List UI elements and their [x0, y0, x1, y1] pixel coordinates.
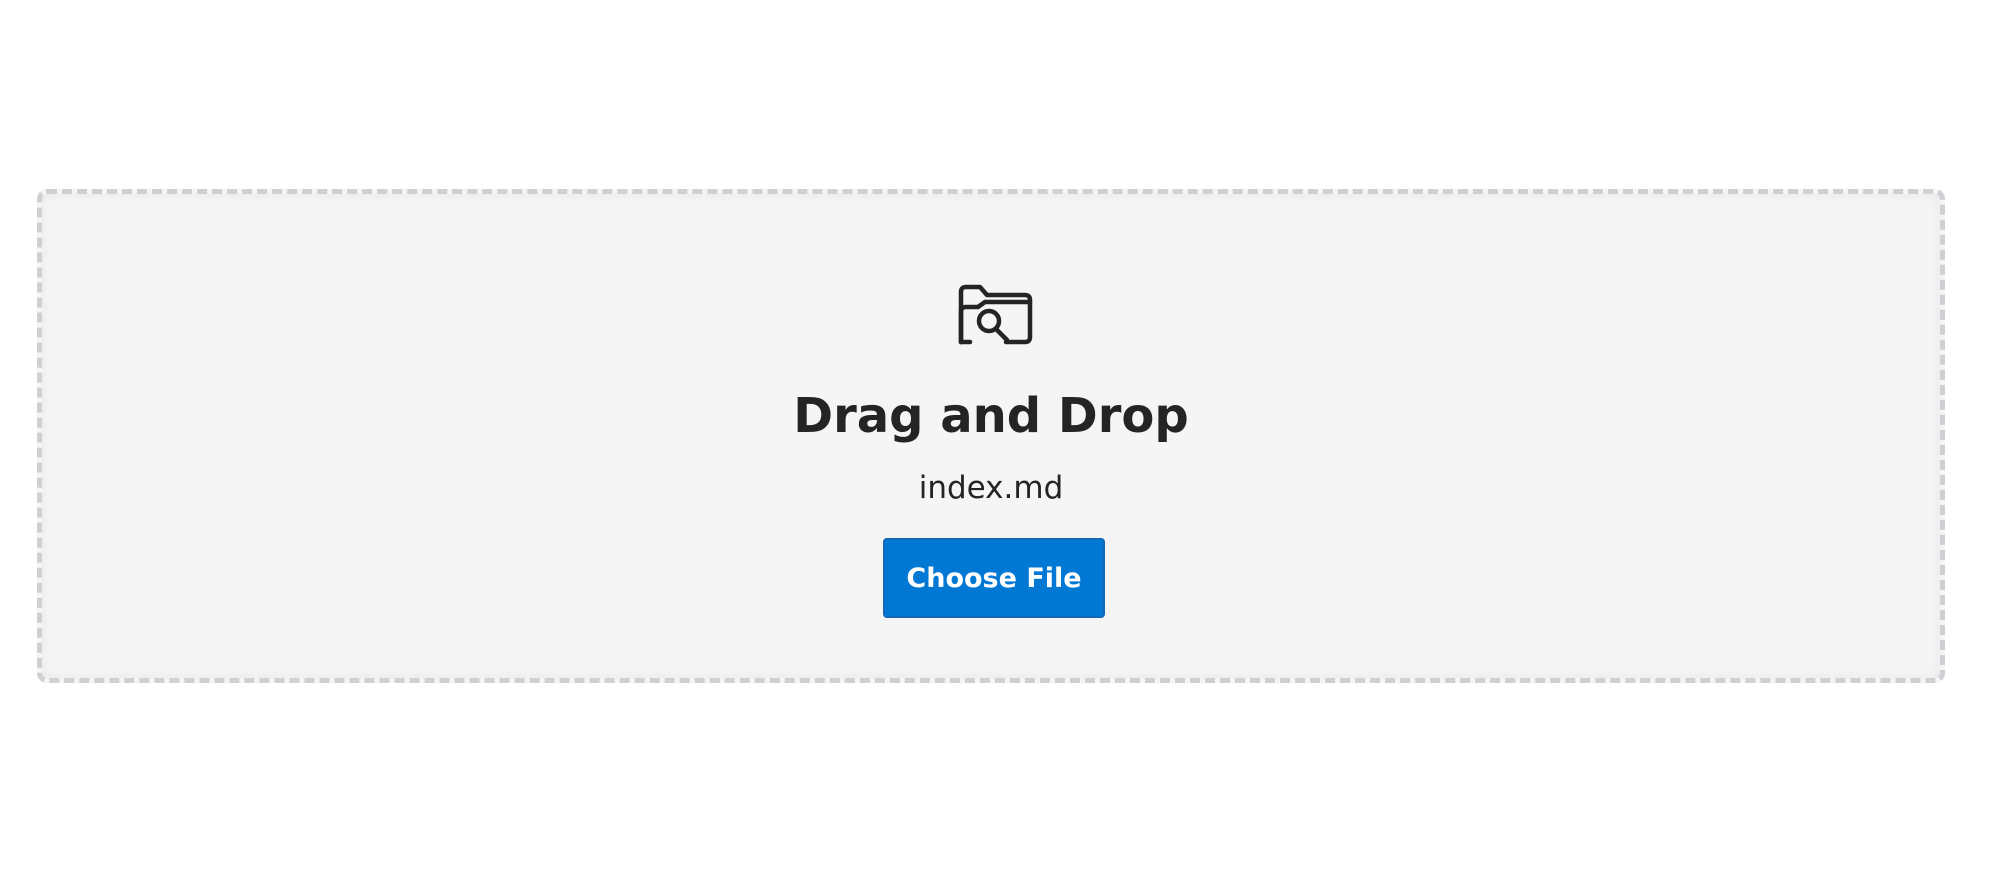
drop-zone[interactable]: Drag and Drop index.md Choose File: [37, 189, 1945, 683]
choose-file-button[interactable]: Choose File: [883, 538, 1105, 618]
selected-filename: index.md: [918, 470, 1064, 506]
drop-zone-title: Drag and Drop: [793, 388, 1189, 444]
folder-search-icon: [954, 282, 1036, 346]
drop-zone-content: Drag and Drop index.md Choose File: [42, 194, 1940, 678]
